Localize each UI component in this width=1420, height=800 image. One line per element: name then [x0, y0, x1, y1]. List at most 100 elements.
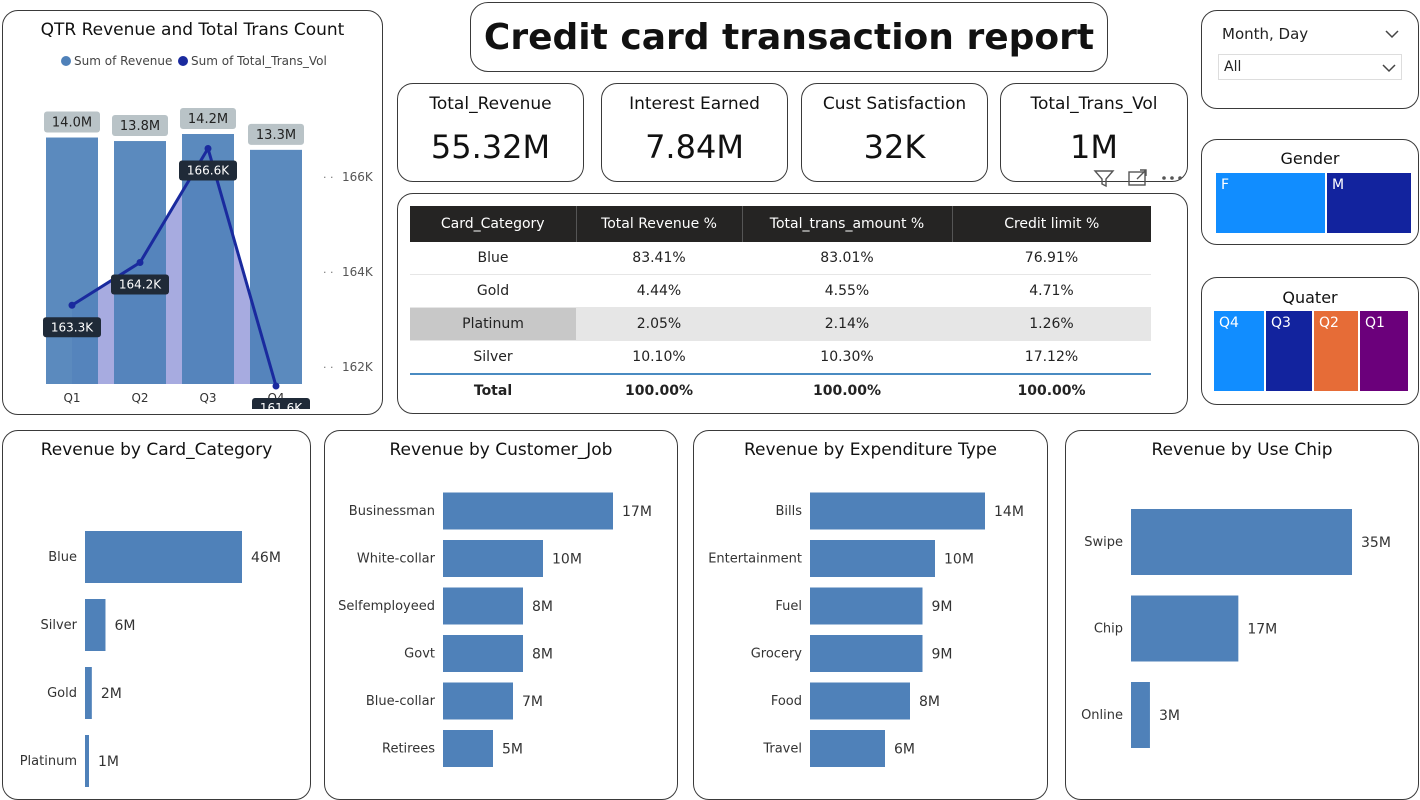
- table-cell: Platinum: [410, 307, 576, 341]
- table-total-row: Total 100.00% 100.00% 100.00%: [410, 373, 1151, 407]
- category-label: White-collar: [357, 552, 436, 567]
- table-row[interactable]: Blue 83.41% 83.01% 76.91%: [410, 242, 1151, 275]
- table-cell: 17.12%: [952, 340, 1151, 375]
- column-header[interactable]: Total_trans_amount %: [742, 206, 953, 242]
- table-total-cell: 100.00%: [576, 373, 742, 407]
- report-title-banner: Credit card transaction report: [470, 2, 1108, 72]
- table-cell: 2.14%: [742, 307, 952, 341]
- gender-slicer-card: Gender F M: [1201, 139, 1419, 245]
- bar: [443, 540, 543, 577]
- more-options-icon[interactable]: [1160, 168, 1184, 188]
- card-category-table-card: Card_Category Total Revenue % Total_tran…: [397, 193, 1188, 414]
- category-label: Blue: [48, 550, 77, 565]
- legend-marker-revenue: [61, 56, 71, 66]
- trans-vol-area: [72, 148, 276, 386]
- bar: [443, 587, 523, 625]
- column-header[interactable]: Total Revenue %: [576, 206, 743, 242]
- table-cell: Blue: [410, 242, 576, 275]
- revenue-data-label: 13.3M: [256, 128, 296, 143]
- kpi-value: 7.84M: [645, 128, 744, 166]
- revenue-by-card-category-chart[interactable]: Blue 46M Silver 6M Gold 2M Platinum 1M: [3, 467, 309, 797]
- table-cell: 83.01%: [742, 242, 952, 275]
- trans-vol-point: [136, 259, 144, 266]
- revenue-by-expenditure-type-chart[interactable]: Bills 14M Entertainment 10M Fuel 9M Grocery 9M F…: [694, 467, 1046, 797]
- table-total-cell: 100.00%: [742, 373, 952, 407]
- bar: [810, 492, 985, 530]
- kpi-label: Cust Satisfaction: [822, 94, 967, 114]
- card-category-table: Card_Category Total Revenue % Total_tran…: [410, 206, 1151, 407]
- gender-tile-m[interactable]: M: [1327, 173, 1411, 233]
- table-row[interactable]: Silver 10.10% 10.30% 17.12%: [410, 340, 1151, 375]
- chevron-down-icon[interactable]: [1384, 29, 1400, 39]
- table-row[interactable]: Gold 4.44% 4.55% 4.71%: [410, 274, 1151, 308]
- date-slicer-dropdown[interactable]: All: [1218, 54, 1402, 80]
- x-tick-label: Q2: [131, 391, 148, 405]
- trans-vol-data-label: 161.6K: [260, 401, 303, 409]
- trans-vol-point: [68, 301, 76, 309]
- bar-value-label: 9M: [932, 647, 953, 663]
- bar-value-label: 3M: [1159, 708, 1180, 724]
- bar: [810, 635, 923, 672]
- bar-value-label: 5M: [502, 742, 523, 758]
- chart-title: Revenue by Use Chip: [1151, 440, 1333, 460]
- y2-tick-dots: · ·: [323, 361, 334, 374]
- focus-mode-icon[interactable]: [1127, 168, 1149, 188]
- table-total-cell: Total: [410, 373, 576, 407]
- kpi-card-total-revenue: Total_Revenue 55.32M: [397, 83, 584, 182]
- bar-value-label: 14M: [994, 504, 1024, 520]
- table-cell: Silver: [410, 340, 576, 375]
- quarter-tile-q2[interactable]: Q2: [1314, 311, 1360, 391]
- column-header[interactable]: Card_Category: [410, 206, 577, 242]
- revenue-by-customer-job-chart[interactable]: Businessman 17M White-collar 10M Selfemploye…: [325, 467, 676, 797]
- category-label: Businessman: [349, 504, 435, 519]
- bar-value-label: 8M: [919, 694, 940, 710]
- revenue-data-label: 14.2M: [188, 112, 228, 127]
- bar: [85, 735, 89, 787]
- bar-value-label: 6M: [114, 618, 135, 634]
- quarter-tile-q4[interactable]: Q4: [1214, 311, 1266, 391]
- trans-vol-data-label: 163.3K: [51, 320, 94, 334]
- category-label: Gold: [47, 686, 77, 701]
- chart-title: Revenue by Customer_Job: [389, 440, 613, 460]
- table-cell: 4.44%: [576, 274, 742, 308]
- table-cell: 10.30%: [742, 340, 952, 375]
- bar: [443, 682, 513, 720]
- date-slicer-label: Month, Day: [1222, 25, 1309, 43]
- kpi-label: Interest Earned: [629, 94, 760, 114]
- revenue-by-customer-job-card: Revenue by Customer_Job Businessman 17M Wh…: [324, 430, 678, 800]
- category-label: Blue-collar: [366, 694, 436, 709]
- table-row-highlighted[interactable]: Platinum 2.05% 2.14% 1.26%: [410, 307, 1151, 341]
- bar-value-label: 8M: [532, 647, 553, 663]
- bar: [85, 531, 242, 583]
- table-cell: 4.55%: [742, 274, 952, 308]
- quarter-tile-q1[interactable]: Q1: [1360, 311, 1408, 391]
- bar: [443, 730, 493, 767]
- legend-label: Sum of Revenue: [74, 54, 172, 68]
- legend-marker-trans-vol: [178, 56, 188, 66]
- column-header[interactable]: Credit limit %: [952, 206, 1151, 242]
- gender-tile-f[interactable]: F: [1216, 173, 1327, 233]
- bar-value-label: 35M: [1361, 535, 1391, 551]
- report-title: Credit card transaction report: [483, 17, 1095, 58]
- bar: [1131, 509, 1352, 575]
- category-label: Platinum: [20, 754, 77, 769]
- y2-tick-dots: · ·: [323, 171, 334, 184]
- category-label: Food: [771, 694, 802, 709]
- bar: [1131, 682, 1150, 748]
- revenue-by-use-chip-chart[interactable]: Swipe 35M Chip 17M Online 3M: [1066, 467, 1417, 797]
- bar-value-label: 7M: [522, 694, 543, 710]
- qtr-chart-title: QTR Revenue and Total Trans Count: [40, 20, 345, 40]
- table-cell: 76.91%: [952, 242, 1151, 275]
- bar: [810, 682, 910, 720]
- kpi-label: Total_Revenue: [429, 94, 552, 114]
- qtr-combo-chart[interactable]: Sum of Revenue Sum of Total_Trans_Vol 14.0…: [3, 49, 381, 409]
- trans-vol-data-label: 164.2K: [119, 278, 162, 292]
- gender-slicer-title: Gender: [1280, 149, 1340, 168]
- legend-label: Sum of Total_Trans_Vol: [191, 54, 327, 68]
- revenue-by-card-category-card: Revenue by Card_Category Blue 46M Silver 6M…: [2, 430, 311, 800]
- quarter-tile-q3[interactable]: Q3: [1266, 311, 1314, 391]
- filter-icon[interactable]: [1093, 168, 1115, 188]
- y2-tick-label: 164K: [342, 265, 374, 279]
- chart-title: Revenue by Expenditure Type: [744, 440, 997, 460]
- bar: [810, 730, 885, 767]
